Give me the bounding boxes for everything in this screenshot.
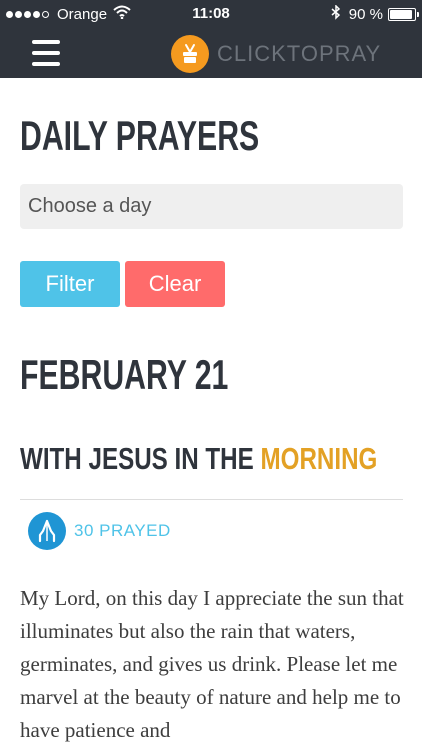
status-right: 90 %: [331, 4, 419, 24]
clear-button[interactable]: Clear: [125, 261, 225, 307]
prayed-row: 30 PRAYED: [20, 512, 403, 550]
page-title: DAILY PRAYERS: [20, 112, 260, 159]
bluetooth-icon: [331, 4, 341, 24]
main-content: DAILY PRAYERS Choose a day Filter Clear …: [20, 78, 404, 747]
prayer-title-main: WITH JESUS IN THE: [20, 441, 254, 476]
date-heading: FEBRUARY 21: [20, 351, 229, 398]
praying-hands-icon[interactable]: [28, 512, 66, 550]
top-nav-bar: CLICKTOPRAY: [0, 28, 422, 78]
prayer-title: WITH JESUS IN THE MORNING: [20, 441, 377, 477]
prayer-text: My Lord, on this day I appreciate the su…: [20, 586, 404, 742]
prayed-count: 30 PRAYED: [74, 521, 171, 540]
battery-level-fill: [390, 10, 412, 19]
battery-icon: [388, 8, 419, 21]
filter-actions: Filter Clear: [20, 261, 403, 307]
hamburger-icon: [32, 40, 60, 44]
menu-button[interactable]: [30, 38, 64, 68]
app-logo[interactable]: CLICKTOPRAY: [171, 35, 381, 73]
divider: [20, 499, 403, 500]
praying-hands-logo-icon: [171, 35, 209, 73]
filter-button[interactable]: Filter: [20, 261, 120, 307]
prayer-title-accent: MORNING: [260, 441, 378, 476]
battery-percent: 90 %: [348, 6, 383, 23]
logo-text: CLICKTOPRAY: [217, 41, 382, 66]
day-select[interactable]: Choose a day: [20, 184, 403, 229]
status-bar: Orange 11:08 90 %: [0, 0, 422, 28]
